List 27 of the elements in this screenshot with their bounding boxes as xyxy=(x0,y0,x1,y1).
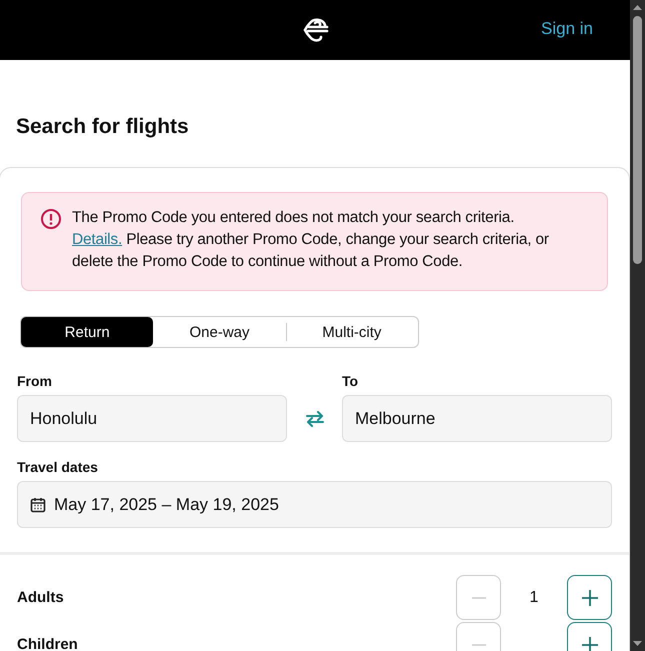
alert-message: The Promo Code you entered does not match your search criteria. Details. Please try another Promo Code, change your search criteria, or delete the Promo Code to continue without a Promo Code. xyxy=(72,208,550,272)
passenger-count: 1 xyxy=(528,588,540,606)
from-field[interactable]: Honolulu xyxy=(17,395,287,442)
passenger-label: Adults xyxy=(17,589,65,606)
sign-in-link[interactable]: Sign in xyxy=(541,19,593,39)
field-label: To xyxy=(342,373,360,389)
logo-icon[interactable] xyxy=(301,16,329,44)
minus-icon xyxy=(472,644,486,646)
passenger-label: Children xyxy=(17,636,79,651)
date-range-text: May 17, 2025 – May 19, 2025 xyxy=(54,494,279,514)
calendar-icon xyxy=(30,496,46,512)
swap-icon[interactable] xyxy=(306,410,324,426)
page-title: Search for flights xyxy=(16,115,190,139)
travel-dates-field[interactable]: May 17, 2025 – May 19, 2025 xyxy=(17,481,612,528)
field-label: Travel dates xyxy=(17,459,99,475)
field-label: From xyxy=(17,373,53,389)
trip-type-tab[interactable]: Multi-city xyxy=(286,317,418,347)
error-icon xyxy=(40,208,62,230)
plus-icon xyxy=(582,636,598,651)
details-link[interactable]: Details. xyxy=(72,231,122,248)
to-field[interactable]: Melbourne xyxy=(342,395,612,442)
minus-icon xyxy=(472,596,486,598)
scrollbar-thumb[interactable] xyxy=(633,16,642,264)
plus-icon xyxy=(582,590,598,606)
trip-type-tab[interactable]: One-way xyxy=(153,317,286,347)
trip-type-tab[interactable]: Return xyxy=(21,317,154,347)
increase-button[interactable] xyxy=(567,575,612,620)
